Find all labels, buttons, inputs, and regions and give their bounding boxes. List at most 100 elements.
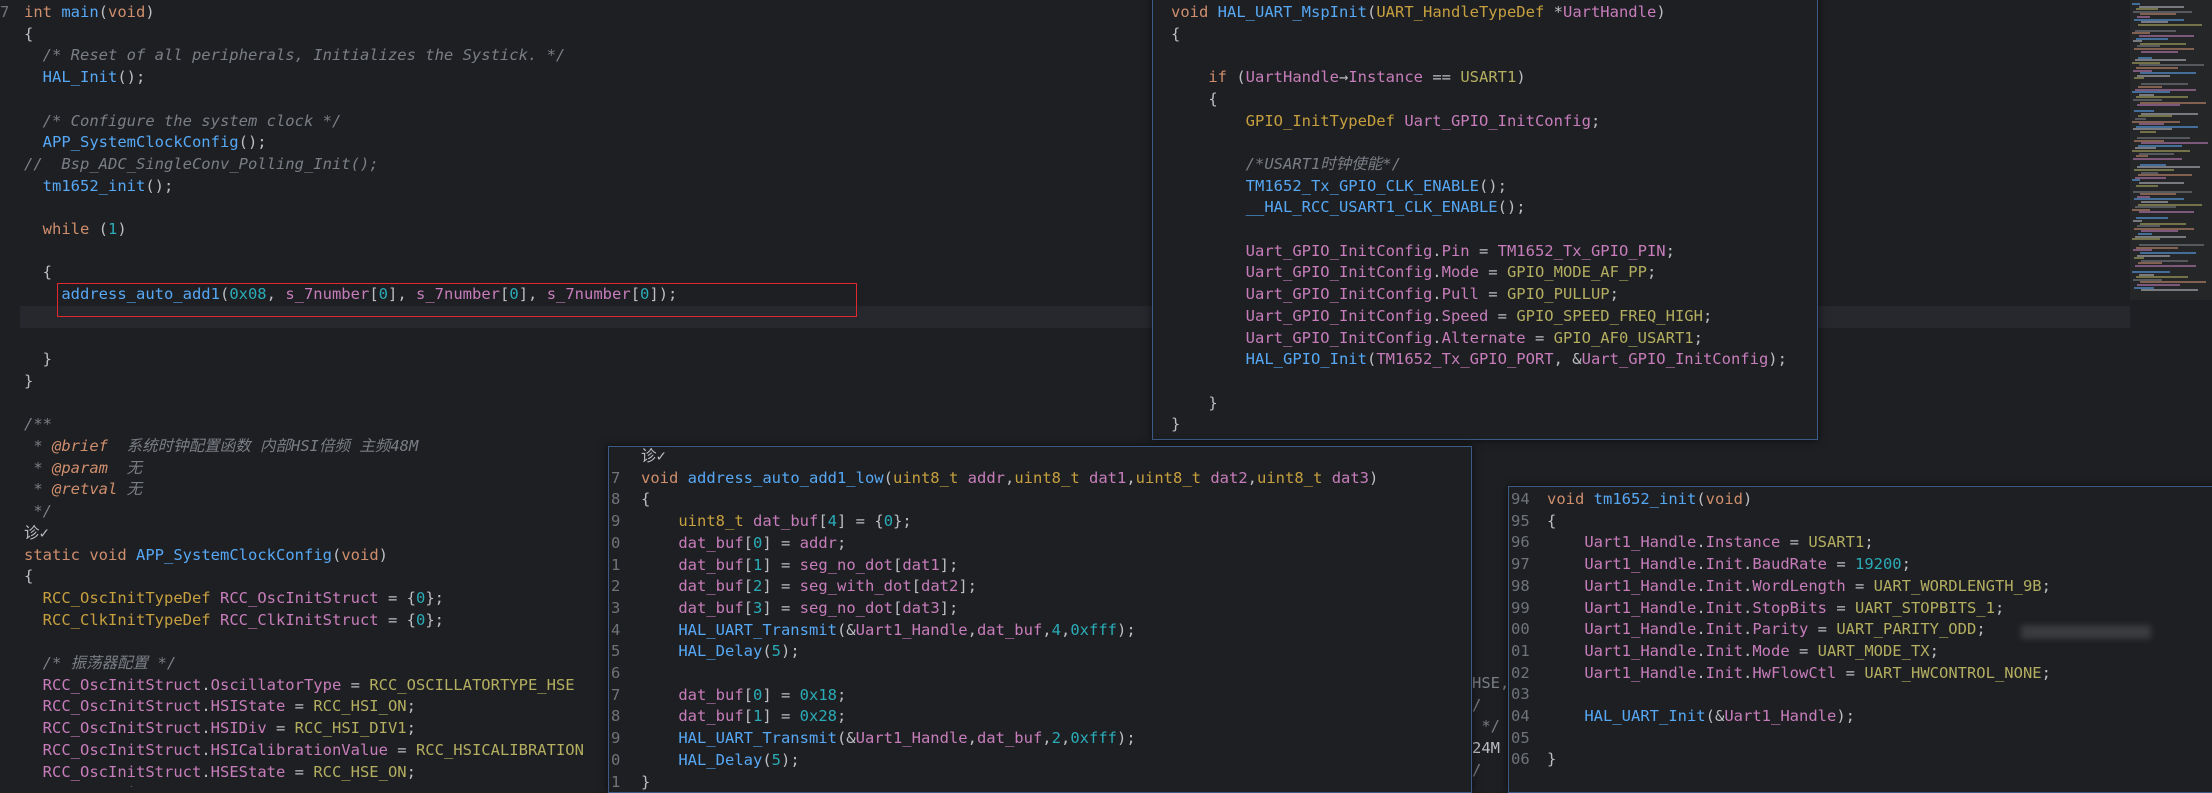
- line-number: 01: [1511, 641, 1533, 663]
- code-line[interactable]: 96 Uart1_Handle.Instance = USART1;: [1509, 532, 2212, 554]
- line-number: 8: [611, 706, 625, 728]
- blurred-region: [2021, 625, 2151, 639]
- code-line[interactable]: 1 dat_buf[1] = seg_no_dot[dat1];: [609, 555, 1471, 577]
- code-line[interactable]: 8{: [609, 489, 1471, 511]
- line-number: 3: [611, 598, 625, 620]
- code-line[interactable]: 5 HAL_Delay(5);: [609, 641, 1471, 663]
- code-line[interactable]: 4 HAL_UART_Transmit(&Uart1_Handle,dat_bu…: [609, 620, 1471, 642]
- code-line[interactable]: 06}: [1509, 749, 2212, 771]
- code-text: dat_buf[0] = 0x18;: [641, 685, 846, 707]
- code-text: {: [1171, 24, 1180, 46]
- code-line[interactable]: {: [1153, 89, 1817, 111]
- popup-address-auto-add1-low[interactable]: 诊✓7void address_auto_add1_low(uint8_t ad…: [608, 446, 1472, 793]
- code-text: }: [1171, 414, 1180, 436]
- code-line[interactable]: 98 Uart1_Handle.Init.WordLength = UART_W…: [1509, 576, 2212, 598]
- peek-fragment: HSE,: [1472, 673, 1506, 695]
- peek-fragment: */: [1472, 716, 1506, 738]
- code-line[interactable]: 02 Uart1_Handle.Init.HwFlowCtl = UART_HW…: [1509, 663, 2212, 685]
- code-line[interactable]: Uart_GPIO_InitConfig.Pin = TM1652_Tx_GPI…: [1153, 241, 1817, 263]
- code-line[interactable]: }: [1153, 393, 1817, 415]
- code-line[interactable]: Uart_GPIO_InitConfig.Mode = GPIO_MODE_AF…: [1153, 262, 1817, 284]
- code-line[interactable]: __HAL_RCC_USART1_CLK_ENABLE();: [1153, 197, 1817, 219]
- code-line[interactable]: Uart_GPIO_InitConfig.Pull = GPIO_PULLUP;: [1153, 284, 1817, 306]
- code-line[interactable]: 0 dat_buf[0] = addr;: [609, 533, 1471, 555]
- code-line[interactable]: GPIO_InitTypeDef Uart_GPIO_InitConfig;: [1153, 111, 1817, 133]
- code-text: RCC_OscInitStruct.HSIState = RCC_HSI_ON;: [24, 696, 416, 718]
- code-line[interactable]: Uart_GPIO_InitConfig.Speed = GPIO_SPEED_…: [1153, 306, 1817, 328]
- code-line[interactable]: [1153, 132, 1817, 154]
- peek-fragment: /: [1472, 695, 1506, 717]
- popup-hal-uart-mspinit[interactable]: void HAL_UART_MspInit(UART_HandleTypeDef…: [1152, 0, 1818, 440]
- code-line[interactable]: 9 HAL_UART_Transmit(&Uart1_Handle,dat_bu…: [609, 728, 1471, 750]
- code-line[interactable]: 6: [609, 663, 1471, 685]
- code-line[interactable]: 94void tm1652_init(void): [1509, 489, 2212, 511]
- code-text: RCC_OscInitStruct.OscillatorType = RCC_O…: [24, 675, 575, 697]
- code-line[interactable]: [1153, 219, 1817, 241]
- code-text: dat_buf[2] = seg_with_dot[dat2];: [641, 576, 977, 598]
- code-text: uint8_t dat_buf[4] = {0};: [641, 511, 912, 533]
- code-text: HAL_Delay(5);: [641, 750, 800, 772]
- code-text: dat_buf[1] = 0x28;: [641, 706, 846, 728]
- popup-tm1652-init[interactable]: 94void tm1652_init(void)95{96 Uart1_Hand…: [1508, 486, 2212, 793]
- minimap-viewport[interactable]: [2130, 0, 2212, 300]
- code-text: static void APP_SystemClockConfig(void): [24, 545, 388, 567]
- code-text: {: [1171, 89, 1218, 111]
- code-text: HAL_GPIO_Init(TM1652_Tx_GPIO_PORT, &Uart…: [1171, 349, 1787, 371]
- line-number: 4: [611, 620, 625, 642]
- code-line[interactable]: }: [1153, 414, 1817, 436]
- line-number: 98: [1511, 576, 1533, 598]
- code-line[interactable]: [1153, 371, 1817, 393]
- code-line[interactable]: HAL_GPIO_Init(TM1652_Tx_GPIO_PORT, &Uart…: [1153, 349, 1817, 371]
- code-text: Uart_GPIO_InitConfig.Speed = GPIO_SPEED_…: [1171, 306, 1712, 328]
- code-text: {: [641, 489, 650, 511]
- line-number: 02: [1511, 663, 1533, 685]
- code-text: }: [1547, 749, 1556, 771]
- code-text: * @param 无: [24, 458, 142, 480]
- code-line[interactable]: 1}: [609, 772, 1471, 793]
- code-text: */: [24, 501, 52, 523]
- code-text: /* 振荡器配置 */: [24, 653, 176, 675]
- code-line[interactable]: Uart_GPIO_InitConfig.Alternate = GPIO_AF…: [1153, 328, 1817, 350]
- code-text: Uart1_Handle.Init.Parity = UART_PARITY_O…: [1547, 619, 1986, 641]
- code-line[interactable]: /*USART1时钟使能*/: [1153, 154, 1817, 176]
- line-number: 1: [611, 772, 625, 793]
- code-line[interactable]: 04 HAL_UART_Init(&Uart1_Handle);: [1509, 706, 2212, 728]
- code-line[interactable]: {: [1153, 24, 1817, 46]
- line-number: 97: [1511, 554, 1533, 576]
- code-line[interactable]: 2 dat_buf[2] = seg_with_dot[dat2];: [609, 576, 1471, 598]
- code-line[interactable]: 03: [1509, 684, 2212, 706]
- code-text: }: [24, 349, 52, 371]
- code-line[interactable]: TM1652_Tx_GPIO_CLK_ENABLE();: [1153, 176, 1817, 198]
- code-text: }: [1171, 393, 1218, 415]
- line-number: 1: [611, 555, 625, 577]
- code-line[interactable]: void HAL_UART_MspInit(UART_HandleTypeDef…: [1153, 2, 1817, 24]
- code-line[interactable]: 7void address_auto_add1_low(uint8_t addr…: [609, 468, 1471, 490]
- code-line[interactable]: 诊✓: [609, 446, 1471, 468]
- code-text: Uart1_Handle.Init.WordLength = UART_WORD…: [1547, 576, 2051, 598]
- code-text: tm1652_init();: [24, 176, 173, 198]
- code-text: }: [641, 772, 650, 793]
- code-line[interactable]: 97 Uart1_Handle.Init.BaudRate = 19200;: [1509, 554, 2212, 576]
- code-line[interactable]: 99 Uart1_Handle.Init.StopBits = UART_STO…: [1509, 598, 2212, 620]
- code-text: void HAL_UART_MspInit(UART_HandleTypeDef…: [1171, 2, 1666, 24]
- code-line[interactable]: 7 dat_buf[0] = 0x18;: [609, 685, 1471, 707]
- line-number: 99: [1511, 598, 1533, 620]
- code-text: RCC_OscInitTypeDef RCC_OscInitStruct = {…: [24, 588, 444, 610]
- code-text: RCC_OscInitStruct.HSEState = RCC_HSE_ON;: [24, 762, 416, 784]
- code-line[interactable]: 3 dat_buf[3] = seg_no_dot[dat3];: [609, 598, 1471, 620]
- line-number: 94: [1511, 489, 1533, 511]
- code-line[interactable]: 01 Uart1_Handle.Init.Mode = UART_MODE_TX…: [1509, 641, 2212, 663]
- code-line[interactable]: 95{: [1509, 511, 2212, 533]
- code-line[interactable]: [1153, 45, 1817, 67]
- code-line[interactable]: 9 uint8_t dat_buf[4] = {0};: [609, 511, 1471, 533]
- line-number: 04: [1511, 706, 1533, 728]
- line-number: 05: [1511, 728, 1533, 750]
- code-line[interactable]: 8 dat_buf[1] = 0x28;: [609, 706, 1471, 728]
- code-text: {: [24, 24, 33, 46]
- code-line[interactable]: 0 HAL_Delay(5);: [609, 750, 1471, 772]
- line-number: 6: [611, 663, 625, 685]
- code-line[interactable]: if (UartHandle→Instance == USART1): [1153, 67, 1817, 89]
- line-number: 96: [1511, 532, 1533, 554]
- code-text: HAL_UART_Transmit(&Uart1_Handle,dat_buf,…: [641, 728, 1136, 750]
- code-line[interactable]: 05: [1509, 728, 2212, 750]
